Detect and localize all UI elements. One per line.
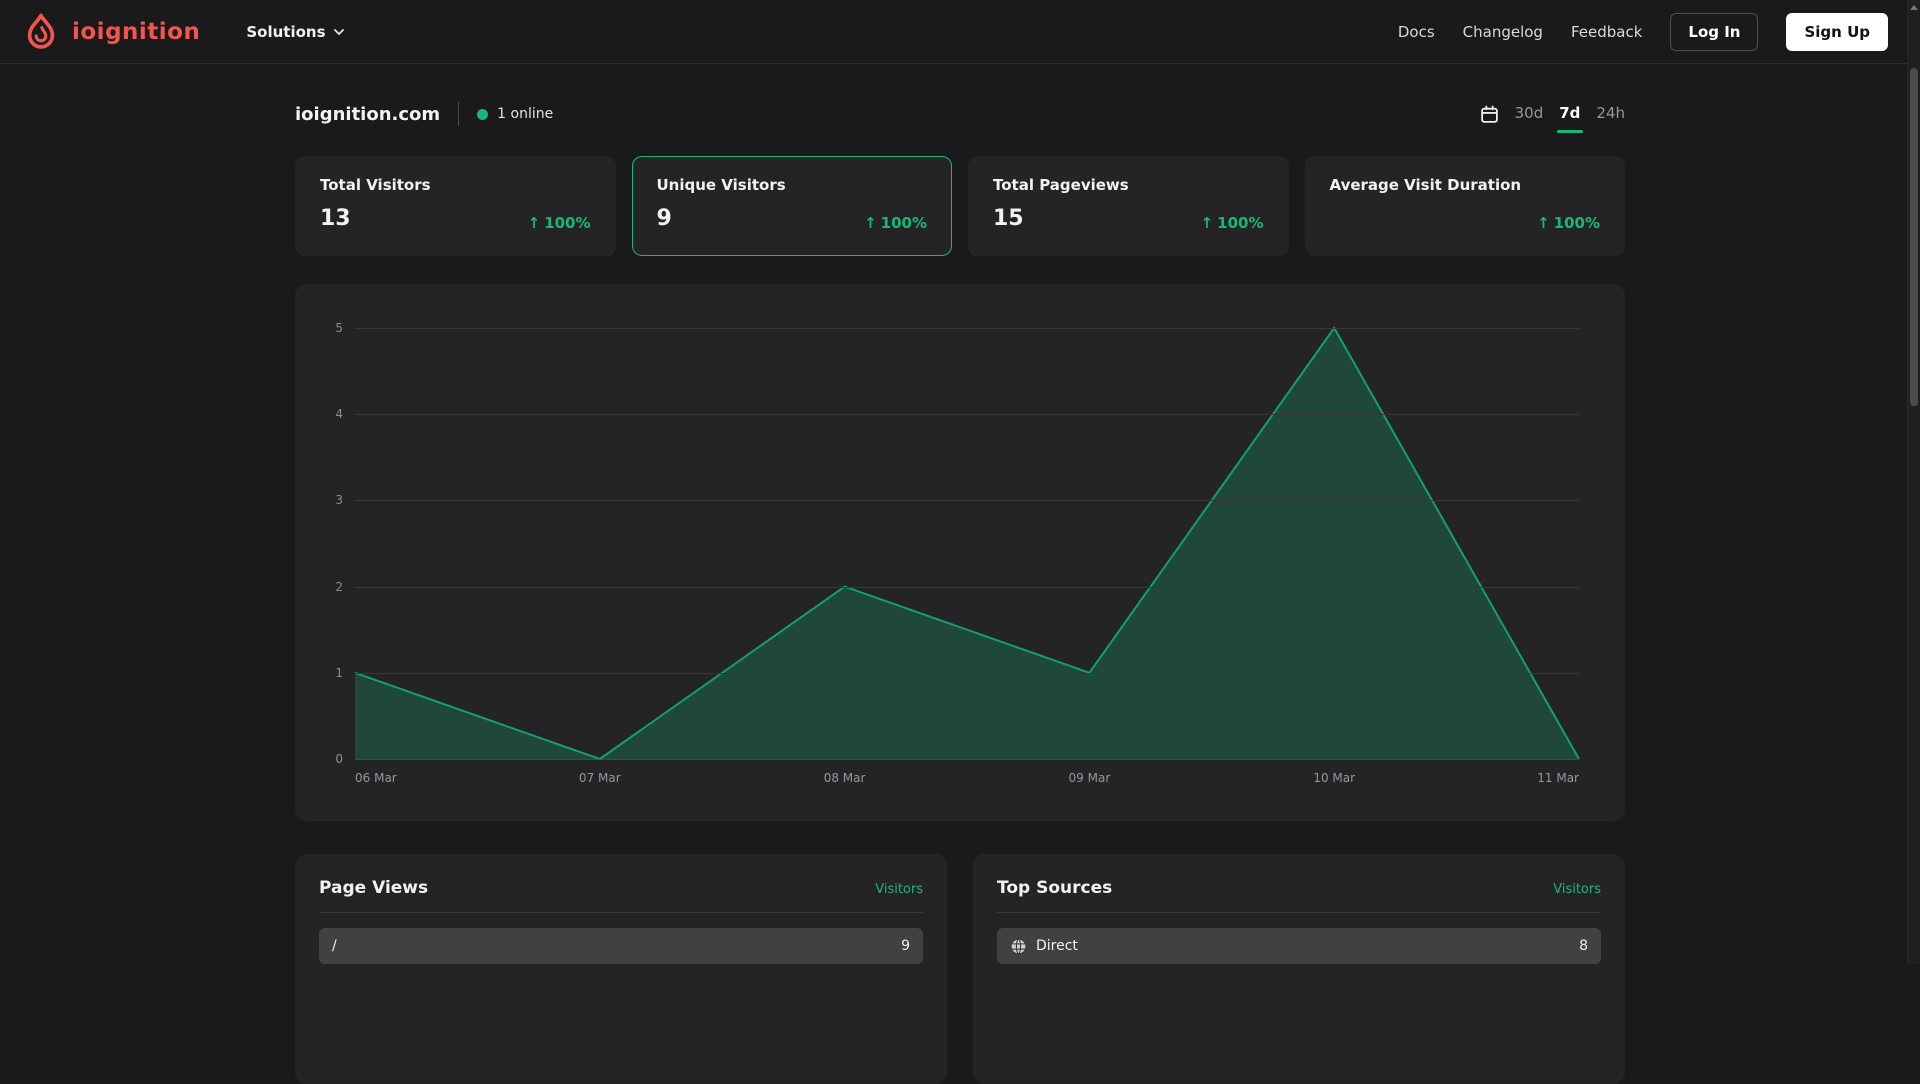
brand-logo[interactable]: ioignition xyxy=(20,11,200,53)
page-path: / xyxy=(332,938,337,954)
nav-link-docs[interactable]: Docs xyxy=(1398,23,1435,41)
online-dot-icon xyxy=(477,109,488,120)
gridline xyxy=(355,673,1579,674)
login-button[interactable]: Log In xyxy=(1670,13,1758,51)
panel-divider xyxy=(997,912,1601,913)
area-chart-svg xyxy=(355,328,1579,759)
range-7d[interactable]: 7d xyxy=(1559,104,1580,124)
x-tick-label: 08 Mar xyxy=(824,771,866,785)
y-tick-label: 1 xyxy=(335,666,343,680)
calendar-icon[interactable] xyxy=(1480,105,1499,124)
stat-change-value: 100% xyxy=(881,214,927,232)
panel-title: Top Sources xyxy=(997,878,1112,898)
header-divider xyxy=(458,102,459,126)
stat-change-value: 100% xyxy=(1554,214,1600,232)
dashboard-main: ioignition.com 1 online 30d 7d 24h Total… xyxy=(295,64,1625,1084)
nav-link-feedback[interactable]: Feedback xyxy=(1571,23,1642,41)
stat-change-value: 100% xyxy=(1217,214,1263,232)
stat-value: 15 xyxy=(993,206,1024,232)
panel-metric-label[interactable]: Visitors xyxy=(875,882,923,897)
gridline xyxy=(355,587,1579,588)
site-domain: ioignition.com xyxy=(295,104,440,125)
panel-metric-label[interactable]: Visitors xyxy=(1553,882,1601,897)
stat-card-total-visitors[interactable]: Total Visitors 13 ↑ 100% xyxy=(295,156,616,256)
y-tick-label: 5 xyxy=(335,321,343,335)
panel-title: Page Views xyxy=(319,878,428,898)
up-arrow-icon: ↑ xyxy=(1201,214,1214,232)
stat-card-unique-visitors[interactable]: Unique Visitors 9 ↑ 100% xyxy=(632,156,953,256)
chevron-down-icon xyxy=(333,26,345,38)
panel-divider xyxy=(319,912,923,913)
gridline xyxy=(355,328,1579,329)
up-arrow-icon: ↑ xyxy=(864,214,877,232)
scrollbar-thumb[interactable] xyxy=(1910,68,1918,406)
solutions-menu[interactable]: Solutions xyxy=(246,23,344,41)
top-sources-panel: Top Sources Visitors Direct xyxy=(973,854,1625,1084)
stat-change: ↑ 100% xyxy=(1201,214,1264,232)
stat-change: ↑ 100% xyxy=(864,214,927,232)
stat-change-value: 100% xyxy=(544,214,590,232)
online-status-label: 1 online xyxy=(497,106,553,122)
nav-link-changelog[interactable]: Changelog xyxy=(1463,23,1543,41)
top-source-row[interactable]: Direct 8 xyxy=(997,928,1601,964)
range-30d[interactable]: 30d xyxy=(1515,104,1544,124)
top-navbar: ioignition Solutions Docs Changelog Feed… xyxy=(0,0,1920,64)
stat-card-avg-visit-duration[interactable]: Average Visit Duration ↑ 100% xyxy=(1305,156,1626,256)
signup-button[interactable]: Sign Up xyxy=(1786,13,1888,51)
gridline xyxy=(355,500,1579,501)
brand-name: ioignition xyxy=(72,19,200,45)
stat-change: ↑ 100% xyxy=(1537,214,1600,232)
x-tick-label: 09 Mar xyxy=(1069,771,1111,785)
gridline xyxy=(355,414,1579,415)
chart-y-axis: 543210 xyxy=(321,328,343,759)
y-tick-label: 3 xyxy=(335,493,343,507)
online-status: 1 online xyxy=(477,106,553,122)
bottom-panels: Page Views Visitors / 9 Top Sources Visi… xyxy=(295,854,1625,1084)
stat-value: 9 xyxy=(657,206,672,232)
x-tick-label: 11 Mar xyxy=(1537,771,1579,785)
site-header: ioignition.com 1 online 30d 7d 24h xyxy=(295,102,1625,126)
up-arrow-icon: ↑ xyxy=(1537,214,1550,232)
x-tick-label: 07 Mar xyxy=(579,771,621,785)
source-visitors-count: 8 xyxy=(1579,938,1588,954)
stat-value: 13 xyxy=(320,206,351,232)
scrollbar-up-arrow-icon[interactable] xyxy=(1910,5,1918,10)
page-views-panel: Page Views Visitors / 9 xyxy=(295,854,947,1084)
y-tick-label: 2 xyxy=(335,580,343,594)
up-arrow-icon: ↑ xyxy=(528,214,541,232)
range-24h[interactable]: 24h xyxy=(1596,104,1625,124)
stats-row: Total Visitors 13 ↑ 100% Unique Visitors… xyxy=(295,156,1625,256)
solutions-label: Solutions xyxy=(246,23,325,41)
gridline xyxy=(355,759,1579,760)
stat-change: ↑ 100% xyxy=(528,214,591,232)
chart-x-axis: 06 Mar 07 Mar 08 Mar 09 Mar 10 Mar 11 Mar xyxy=(355,771,1579,789)
y-tick-label: 4 xyxy=(335,407,343,421)
page-views-row[interactable]: / 9 xyxy=(319,928,923,964)
visitors-chart-panel: 5 4 3 2 1 0 06 Mar 07 Mar 08 Mar 09 Mar 10 Mar 11 … xyxy=(295,284,1625,821)
globe-icon xyxy=(1010,938,1027,955)
y-tick-label: 0 xyxy=(335,752,343,766)
chart-plot-area[interactable] xyxy=(355,328,1579,759)
date-range-picker: 30d 7d 24h xyxy=(1480,104,1625,124)
flame-logo-icon xyxy=(20,11,62,53)
chart-area-fill xyxy=(355,328,1579,759)
stat-label: Average Visit Duration xyxy=(1330,176,1601,194)
stat-label: Total Visitors xyxy=(320,176,591,194)
source-name: Direct xyxy=(1036,938,1078,954)
stat-label: Unique Visitors xyxy=(657,176,928,194)
stat-card-total-pageviews[interactable]: Total Pageviews 15 ↑ 100% xyxy=(968,156,1289,256)
stat-label: Total Pageviews xyxy=(993,176,1264,194)
x-tick-label: 06 Mar xyxy=(355,771,397,785)
x-tick-label: 10 Mar xyxy=(1313,771,1355,785)
page-scrollbar[interactable] xyxy=(1907,0,1920,964)
page-visitors-count: 9 xyxy=(901,938,910,954)
